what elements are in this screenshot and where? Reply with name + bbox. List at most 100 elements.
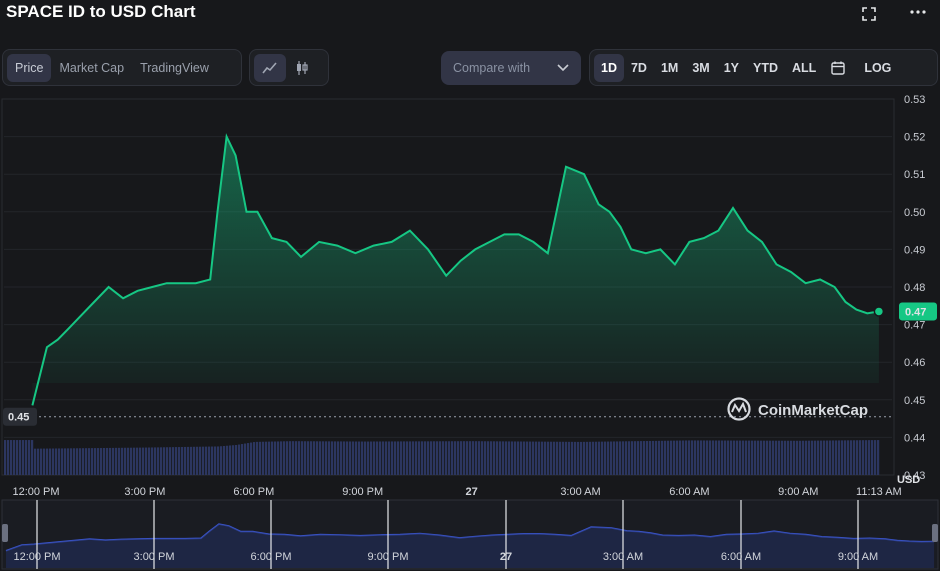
volume-bar [532, 441, 535, 475]
y-tick-label: 0.45 [904, 395, 925, 407]
volume-bar [511, 441, 514, 475]
volume-bar [112, 447, 115, 475]
volume-bar [742, 440, 745, 475]
navigator-right-handle[interactable] [932, 524, 938, 542]
y-tick-label: 0.52 [904, 132, 925, 144]
volume-bar [115, 447, 118, 475]
x-tick-label: 9:00 PM [342, 486, 383, 498]
volume-bar [694, 440, 697, 475]
volume-bar [826, 440, 829, 475]
volume-bar [730, 440, 733, 475]
volume-bar [166, 447, 169, 475]
volume-bar [562, 441, 565, 475]
volume-bar [337, 441, 340, 475]
volume-bar [286, 441, 289, 475]
volume-bar [514, 441, 517, 475]
volume-bar [238, 444, 241, 475]
volume-bar [544, 441, 547, 475]
volume-bar [262, 441, 265, 475]
volume-bar [709, 440, 712, 475]
volume-bar [334, 441, 337, 475]
volume-bar [403, 441, 406, 475]
volume-bar [16, 440, 19, 475]
volume-bar [247, 443, 250, 475]
volume-bar [331, 441, 334, 475]
volume-bar [313, 441, 316, 475]
volume-bar [754, 440, 757, 475]
volume-bar [4, 440, 7, 475]
volume-bar [823, 440, 826, 475]
volume-bar [568, 441, 571, 475]
volume-bar [697, 440, 700, 475]
volume-bar [592, 441, 595, 475]
volume-bar [631, 441, 634, 475]
volume-bar [13, 440, 16, 475]
volume-bar [367, 441, 370, 475]
volume-bar [625, 441, 628, 475]
volume-bar [199, 446, 202, 475]
volume-bar [394, 441, 397, 475]
volume-bar [229, 445, 232, 475]
volume-bar [136, 447, 139, 475]
volume-bar [616, 441, 619, 475]
volume-bar [682, 440, 685, 475]
volume-bar [508, 441, 511, 475]
volume-bar [154, 447, 157, 475]
y-tick-label: 0.49 [904, 244, 925, 256]
volume-bar [196, 446, 199, 475]
volume-bar [133, 447, 136, 475]
volume-bar [217, 446, 220, 475]
price-area [32, 136, 879, 406]
volume-bar [19, 440, 22, 475]
volume-bar [61, 448, 64, 475]
volume-bar [661, 440, 664, 475]
volume-bar [688, 440, 691, 475]
volume-bar [757, 440, 760, 475]
reference-price-box: 0.45 [3, 407, 37, 426]
volume-bar [325, 441, 328, 475]
volume-bar [529, 441, 532, 475]
volume-bar [865, 440, 868, 475]
volume-bar [127, 447, 130, 475]
volume-bar [805, 440, 808, 475]
volume-bar [82, 448, 85, 475]
volume-bar [409, 441, 412, 475]
volume-bar [415, 441, 418, 475]
volume-bar [550, 441, 553, 475]
volume-bar [70, 448, 73, 475]
price-chart[interactable]: 0.45 0.47 0.530.520.510.500.490.480.470.… [0, 0, 940, 571]
volume-bar [877, 440, 880, 475]
volume-bar [370, 441, 373, 475]
volume-bar [817, 440, 820, 475]
volume-bar [685, 440, 688, 475]
volume-bar [376, 441, 379, 475]
volume-bar [613, 441, 616, 475]
volume-bar [22, 440, 25, 475]
volume-bar [484, 441, 487, 475]
volume-bar [139, 447, 142, 475]
navigator-left-handle[interactable] [2, 524, 8, 542]
volume-bar [298, 441, 301, 475]
volume-bar [658, 440, 661, 475]
volume-bar [799, 440, 802, 475]
volume-bar [103, 447, 106, 475]
volume-bar [796, 440, 799, 475]
volume-bar [175, 447, 178, 475]
volume-bar [49, 448, 52, 475]
volume-bar [586, 441, 589, 475]
volume-bar [862, 440, 865, 475]
volume-bar [712, 440, 715, 475]
volume-bar [691, 440, 694, 475]
volume-bar [601, 441, 604, 475]
x-axis: 12:00 PM 3:00 PM 6:00 PM 9:00 PM 27 3:00 AM 6:… [12, 486, 901, 498]
volume-bar [835, 440, 838, 475]
volume-bar [304, 441, 307, 475]
volume-bar [157, 447, 160, 475]
volume-bar [493, 441, 496, 475]
volume-bar [652, 440, 655, 475]
volume-bar [538, 441, 541, 475]
volume-bar [679, 440, 682, 475]
volume-bar [391, 441, 394, 475]
volume-bar [445, 441, 448, 475]
volume-bar [295, 441, 298, 475]
